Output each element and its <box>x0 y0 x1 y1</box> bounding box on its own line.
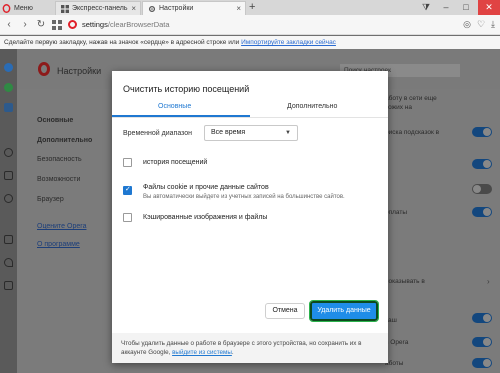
setting-text: каш <box>385 317 397 324</box>
speed-dial-icon[interactable] <box>52 19 62 30</box>
time-range-value: Все время <box>211 129 246 136</box>
cancel-button[interactable]: Отмена <box>265 303 305 319</box>
forward-icon[interactable]: › <box>18 19 32 30</box>
history-label: история посещений <box>143 159 208 166</box>
tab-express-label: Экспресс-панель <box>72 5 128 12</box>
address-bar: ‹ › ↻ settings/clearBrowserData ◎ ♡ ⤓ <box>0 15 500 35</box>
tab-menu[interactable]: Меню <box>2 1 50 15</box>
sidebar <box>0 49 17 373</box>
opera-logo-icon <box>38 62 50 76</box>
box-icon[interactable] <box>4 281 13 290</box>
time-range-select[interactable]: Все время ▼ <box>204 125 298 141</box>
setting-text: в Opera <box>385 339 409 346</box>
reload-icon[interactable]: ↻ <box>34 19 48 30</box>
delete-data-button[interactable]: Удалить данные <box>309 300 379 322</box>
setting-text: оплаты <box>385 209 408 216</box>
messenger-icon[interactable] <box>4 63 13 72</box>
page-title: Настройки <box>57 66 102 76</box>
close-tab-icon[interactable]: × <box>131 4 140 13</box>
filter-icon[interactable]: ⧩ <box>416 0 436 15</box>
history-checkbox[interactable] <box>123 158 132 167</box>
dialog-footer: Чтобы удалить данные о работе в браузере… <box>112 333 388 363</box>
cache-checkbox[interactable] <box>123 213 132 222</box>
download-icon[interactable]: ⤓ <box>491 19 495 30</box>
tab-divider <box>112 117 388 118</box>
setting-text: хожих на <box>385 104 412 111</box>
tab-settings[interactable]: Настройки × <box>142 1 246 15</box>
nav-security[interactable]: Безопасность <box>37 156 82 163</box>
tab-menu-label: Меню <box>14 4 33 12</box>
footer-text: Чтобы удалить данные о работе в браузере… <box>121 340 362 356</box>
import-bookmarks-link[interactable]: Импортируйте закладки сейчас <box>241 39 336 46</box>
cache-label: Кэшированные изображения и файлы <box>143 214 268 221</box>
setting-text: аботы <box>385 360 404 367</box>
chevron-right-icon[interactable]: › <box>487 277 490 286</box>
setting-toggle[interactable] <box>472 337 492 347</box>
sign-out-link[interactable]: выйдите из системы <box>172 349 232 356</box>
chevron-down-icon: ▼ <box>285 130 291 136</box>
opera-logo-icon <box>2 3 11 13</box>
vk-icon[interactable] <box>4 103 13 112</box>
about-link[interactable]: О программе <box>37 241 80 248</box>
setting-text: риска подсказок в <box>385 129 440 136</box>
camera-icon[interactable] <box>4 171 13 180</box>
setting-toggle[interactable] <box>472 127 492 137</box>
setting-toggle[interactable] <box>472 358 492 368</box>
clear-history-dialog: Очистить историю посещений Основные Допо… <box>112 71 388 363</box>
tab-bar: Меню Экспресс-панель × Настройки × + ⧩ –… <box>0 0 500 15</box>
grid-icon[interactable] <box>4 235 13 244</box>
footer-period: . <box>231 349 234 356</box>
cookies-checkbox[interactable] <box>123 185 132 195</box>
heart-icon[interactable]: ♡ <box>477 19 485 30</box>
footer-note: Чтобы удалить данные о работе в браузере… <box>121 339 379 357</box>
camera-icon[interactable]: ◎ <box>463 19 471 30</box>
cookies-label: Файлы cookie и прочие данные сайтов <box>143 184 269 191</box>
nav-basic[interactable]: Основные <box>37 117 73 124</box>
address-field[interactable]: settings/clearBrowserData <box>68 20 170 29</box>
active-tab-indicator <box>112 115 250 117</box>
setting-toggle[interactable] <box>472 184 492 194</box>
setting-text: аботу в сети еще <box>385 95 437 102</box>
tab-basic[interactable]: Основные <box>158 103 191 110</box>
opera-logo-icon <box>68 20 77 29</box>
setting-text: показывать в <box>385 278 425 285</box>
close-window-icon[interactable]: ✕ <box>478 0 500 15</box>
close-tab-icon[interactable]: × <box>236 4 245 13</box>
setting-toggle[interactable] <box>472 313 492 323</box>
tab-express-panel[interactable]: Экспресс-панель × <box>55 1 141 15</box>
address-path: /clearBrowserData <box>107 20 170 29</box>
back-icon[interactable]: ‹ <box>2 19 16 30</box>
search-icon[interactable] <box>4 148 13 157</box>
nav-features[interactable]: Возможности <box>37 176 80 183</box>
minimize-icon[interactable]: – <box>436 0 456 15</box>
whatsapp-icon[interactable] <box>4 83 13 92</box>
setting-toggle[interactable] <box>472 207 492 217</box>
heart-icon[interactable] <box>4 258 13 267</box>
maximize-icon[interactable]: □ <box>456 0 476 15</box>
gear-icon <box>147 4 156 13</box>
nav-browser[interactable]: Браузер <box>37 196 64 203</box>
new-tab-button[interactable]: + <box>249 0 255 14</box>
nav-advanced[interactable]: Дополнительно <box>37 137 92 144</box>
bookmark-hint-text: Сделайте первую закладку, нажав на значо… <box>4 39 240 46</box>
tab-advanced[interactable]: Дополнительно <box>287 103 337 110</box>
rate-opera-link[interactable]: Оцените Opera <box>37 223 86 230</box>
setting-toggle[interactable] <box>472 159 492 169</box>
bookmark-hint-bar: Сделайте первую закладку, нажав на значо… <box>0 36 500 49</box>
cookies-description: Вы автоматически выйдете из учетных запи… <box>143 194 345 200</box>
address-host: settings <box>82 20 108 29</box>
grid-icon <box>60 4 69 13</box>
tab-settings-label: Настройки <box>159 5 194 12</box>
clock-icon[interactable] <box>4 194 13 203</box>
dialog-title: Очистить историю посещений <box>123 84 250 94</box>
time-range-label: Временной диапазон <box>123 130 193 137</box>
